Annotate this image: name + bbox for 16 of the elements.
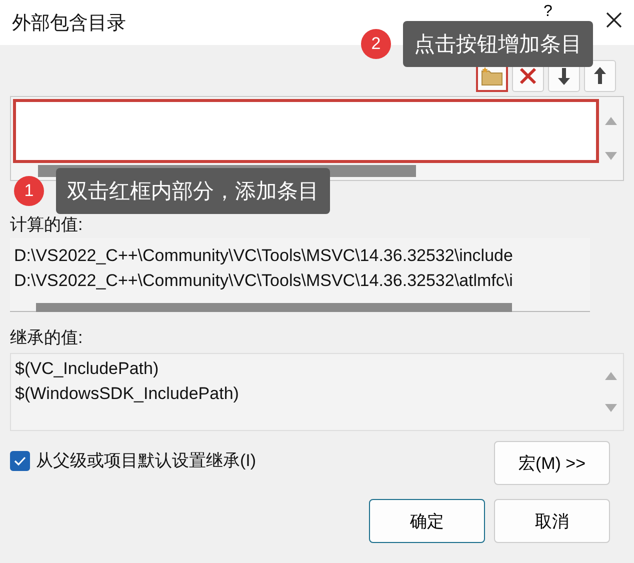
section-label: 计算的值: [10, 214, 84, 236]
path-line: D:\VS2022_C++\Community\VC\Tools\MSVC\14.36.32532\atlmfc\i [14, 270, 514, 292]
step-number-badge: 2 [361, 29, 391, 59]
path-line: $(WindowsSDK_IncludePath) [15, 383, 240, 405]
callout-tooltip: 双击红框内部分，添加条目 [56, 168, 330, 214]
dialog-button[interactable]: 取消 [494, 499, 610, 543]
path-line: $(VC_IncludePath) [15, 358, 160, 380]
path-line: D:\VS2022_C++\Community\VC\Tools\MSVC\14.36.32532\include [14, 245, 514, 267]
window-title: 外部包含目录 [12, 12, 127, 36]
macro-button[interactable]: 宏(M) >> [494, 441, 610, 485]
callout-tooltip: 点击按钮增加条目 [403, 21, 593, 67]
section-label: 继承的值: [10, 327, 84, 349]
step-number-badge: 1 [14, 176, 44, 206]
checkbox-label: 从父级或项目默认设置继承(I) [36, 450, 256, 472]
help-button[interactable]: ? [540, 4, 556, 20]
dialog-button[interactable]: 确定 [369, 499, 485, 543]
